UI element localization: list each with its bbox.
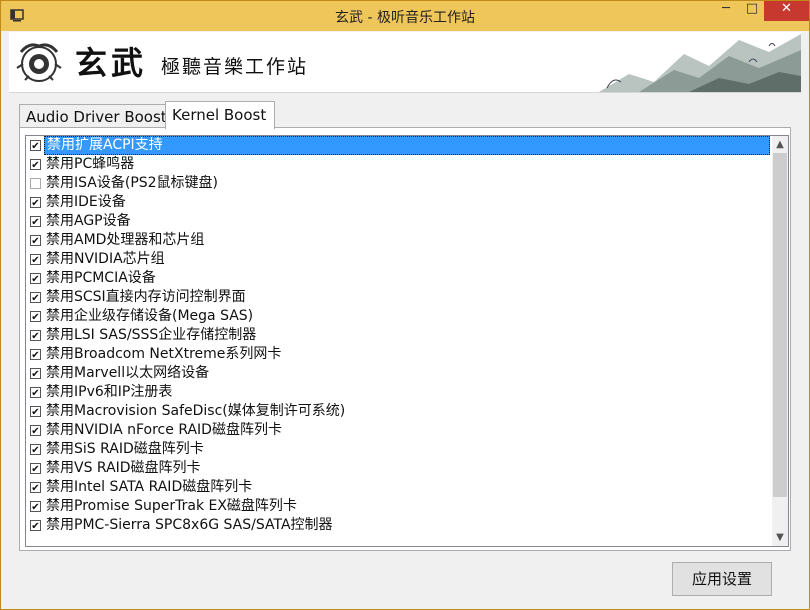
checkbox-checked[interactable]: ✔ (30, 482, 41, 494)
option-label: 禁用AGP设备 (46, 213, 131, 229)
checkbox-checked[interactable]: ✔ (30, 330, 41, 342)
option-label: 禁用企业级存储设备(Mega SAS) (46, 308, 254, 324)
checkbox-checked[interactable]: ✔ (30, 444, 41, 456)
checkbox-checked[interactable]: ✔ (30, 349, 41, 361)
list-item[interactable]: ✔ 禁用SCSI直接内存访问控制界面 (26, 288, 772, 307)
logo-subtitle: 極聽音樂工作站 (161, 56, 309, 78)
list-item[interactable]: ✔ 禁用PCMCIA设备 (26, 269, 772, 288)
checkbox-checked[interactable]: ✔ (30, 216, 41, 228)
tab-audio-driver-boost[interactable]: Audio Driver Boost (19, 104, 179, 129)
checkbox-checked[interactable]: ✔ (30, 311, 41, 323)
list-item[interactable]: ✔ 禁用SiS RAID磁盘阵列卡 (26, 440, 772, 459)
logo-title: 玄武 (75, 44, 148, 82)
header-banner: 玄武 極聽音樂工作站 (9, 32, 801, 93)
checkbox-checked[interactable]: ✔ (30, 197, 41, 209)
option-label: 禁用PC蜂鸣器 (46, 156, 135, 172)
close-button[interactable]: ✕ (764, 1, 809, 21)
checkbox-checked[interactable]: ✔ (30, 292, 41, 304)
checkbox-unchecked[interactable] (30, 178, 41, 189)
window-title: 玄武 - 极听音乐工作站 (335, 10, 475, 26)
option-label: 禁用PMC-Sierra SPC8x6G SAS/SATA控制器 (46, 517, 333, 533)
checkbox-checked[interactable]: ✔ (30, 406, 41, 418)
scroll-thumb[interactable] (773, 153, 787, 497)
list-item[interactable]: ✔ 禁用PC蜂鸣器 (26, 155, 772, 174)
list-item[interactable]: 禁用ISA设备(PS2鼠标键盘) (26, 174, 772, 193)
list-item[interactable]: ✔ 禁用Promise SuperTrak EX磁盘阵列卡 (26, 497, 772, 516)
option-label: 禁用IDE设备 (46, 194, 126, 210)
checkbox-checked[interactable]: ✔ (30, 425, 41, 437)
list-item[interactable]: ✔ 禁用Broadcom NetXtreme系列网卡 (26, 345, 772, 364)
option-label: 禁用ISA设备(PS2鼠标键盘) (46, 175, 219, 191)
list-item[interactable]: ✔ 禁用Marvell以太网络设备 (26, 364, 772, 383)
option-label: 禁用SCSI直接内存访问控制界面 (46, 289, 246, 305)
option-label: 禁用AMD处理器和芯片组 (46, 232, 205, 248)
list-item[interactable]: ✔ 禁用Intel SATA RAID磁盘阵列卡 (26, 478, 772, 497)
option-label: 禁用Intel SATA RAID磁盘阵列卡 (46, 479, 253, 495)
option-label: 禁用VS RAID磁盘阵列卡 (46, 460, 201, 476)
option-label: 禁用PCMCIA设备 (46, 270, 156, 286)
checkbox-checked[interactable]: ✔ (30, 159, 41, 171)
vertical-scrollbar[interactable]: ▲ ▼ (772, 136, 788, 546)
tab-kernel-boost[interactable]: Kernel Boost (165, 101, 275, 129)
checkbox-checked[interactable]: ✔ (30, 368, 41, 380)
option-label: 禁用LSI SAS/SSS企业存储控制器 (46, 327, 257, 343)
checkbox-checked[interactable]: ✔ (30, 520, 41, 532)
list-item[interactable]: ✔ 禁用Macrovision SafeDisc(媒体复制许可系统) (26, 402, 772, 421)
option-label: 禁用NVIDIA nForce RAID磁盘阵列卡 (46, 422, 282, 438)
checkbox-checked[interactable]: ✔ (30, 501, 41, 513)
logo-seal-icon (16, 43, 62, 82)
option-label: 禁用扩展ACPI支持 (44, 136, 770, 155)
app-window: 玄武 - 极听音乐工作站 ─ □ ✕ 玄武 極聽音樂工作站 Audio Driv… (0, 0, 810, 610)
maximize-button[interactable]: □ (739, 1, 765, 21)
option-label: 禁用NVIDIA芯片组 (46, 251, 165, 267)
checkbox-checked[interactable]: ✔ (30, 463, 41, 475)
title-bar[interactable]: 玄武 - 极听音乐工作站 ─ □ ✕ (1, 1, 809, 31)
list-item[interactable]: ✔ 禁用AGP设备 (26, 212, 772, 231)
option-label: 禁用Promise SuperTrak EX磁盘阵列卡 (46, 498, 297, 514)
checkbox-checked[interactable]: ✔ (30, 273, 41, 285)
list-item[interactable]: ✔ 禁用企业级存储设备(Mega SAS) (26, 307, 772, 326)
option-label: 禁用Broadcom NetXtreme系列网卡 (46, 346, 282, 362)
checkbox-checked[interactable]: ✔ (30, 140, 41, 152)
list-item[interactable]: ✔ 禁用VS RAID磁盘阵列卡 (26, 459, 772, 478)
list-item[interactable]: ✔ 禁用LSI SAS/SSS企业存储控制器 (26, 326, 772, 345)
option-label: 禁用SiS RAID磁盘阵列卡 (46, 441, 204, 457)
option-label: 禁用Macrovision SafeDisc(媒体复制许可系统) (46, 403, 346, 419)
apply-settings-button[interactable]: 应用设置 (672, 562, 772, 596)
options-list[interactable]: ✔ 禁用扩展ACPI支持 ✔ 禁用PC蜂鸣器 禁用ISA设备(PS2鼠标键盘) ✔ 禁用ID… (25, 135, 789, 547)
landscape-painting (599, 34, 801, 92)
checkbox-checked[interactable]: ✔ (30, 387, 41, 399)
list-item[interactable]: ✔ 禁用IPv6和IP注册表 (26, 383, 772, 402)
scroll-up-arrow-icon[interactable]: ▲ (772, 136, 788, 153)
list-item[interactable]: ✔ 禁用AMD处理器和芯片组 (26, 231, 772, 250)
tab-panel: ✔ 禁用扩展ACPI支持 ✔ 禁用PC蜂鸣器 禁用ISA设备(PS2鼠标键盘) ✔ 禁用ID… (19, 127, 791, 551)
scroll-down-arrow-icon[interactable]: ▼ (772, 529, 788, 546)
list-item[interactable]: ✔ 禁用IDE设备 (26, 193, 772, 212)
option-label: 禁用Marvell以太网络设备 (46, 365, 210, 381)
option-label: 禁用IPv6和IP注册表 (46, 384, 173, 400)
list-item[interactable]: ✔ 禁用扩展ACPI支持 (26, 136, 772, 155)
checkbox-checked[interactable]: ✔ (30, 235, 41, 247)
checkbox-checked[interactable]: ✔ (30, 254, 41, 266)
list-item[interactable]: ✔ 禁用PMC-Sierra SPC8x6G SAS/SATA控制器 (26, 516, 772, 535)
minimize-button[interactable]: ─ (713, 1, 739, 21)
list-item[interactable]: ✔ 禁用NVIDIA nForce RAID磁盘阵列卡 (26, 421, 772, 440)
list-item[interactable]: ✔ 禁用NVIDIA芯片组 (26, 250, 772, 269)
